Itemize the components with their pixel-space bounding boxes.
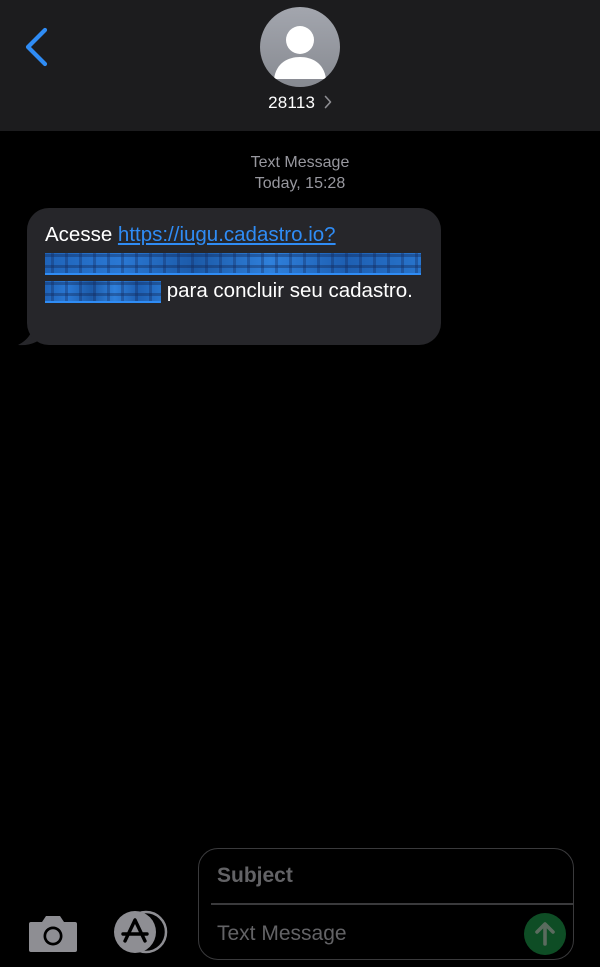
service-label: Text Message [250,154,350,171]
app-store-icon [114,910,168,954]
message-timestamp: Today, 15:28 [254,175,346,192]
contact-details-button[interactable]: 28113 [0,93,600,113]
chevron-right-icon [324,95,332,109]
back-button[interactable] [18,26,58,68]
composer-divider [211,903,573,905]
redacted-token [45,252,421,275]
received-message-bubble[interactable]: Acesse https://iugu.cadastro.io? para co… [27,208,441,345]
thread-meta: Text Message Today, 15:28 [0,152,600,194]
redacted-token [45,280,161,303]
person-silhouette-icon [274,26,326,79]
camera-button[interactable] [27,912,79,954]
arrow-up-icon [535,922,555,946]
send-button[interactable] [524,913,566,955]
message-link-visible: https://iugu.cadastro.io? [117,223,336,246]
contact-avatar[interactable] [260,7,340,87]
camera-icon [29,916,77,952]
message-input[interactable] [217,919,507,949]
conversation-header: 28113 [0,0,600,131]
chevron-left-icon [25,27,48,67]
contact-name: 28113 [268,93,316,112]
message-text-before: Acesse [45,223,118,246]
message-text-after: para concluir seu cadastro. [161,279,413,302]
message-composer [198,848,574,960]
app-store-button[interactable] [110,910,172,954]
subject-input[interactable] [217,861,547,891]
